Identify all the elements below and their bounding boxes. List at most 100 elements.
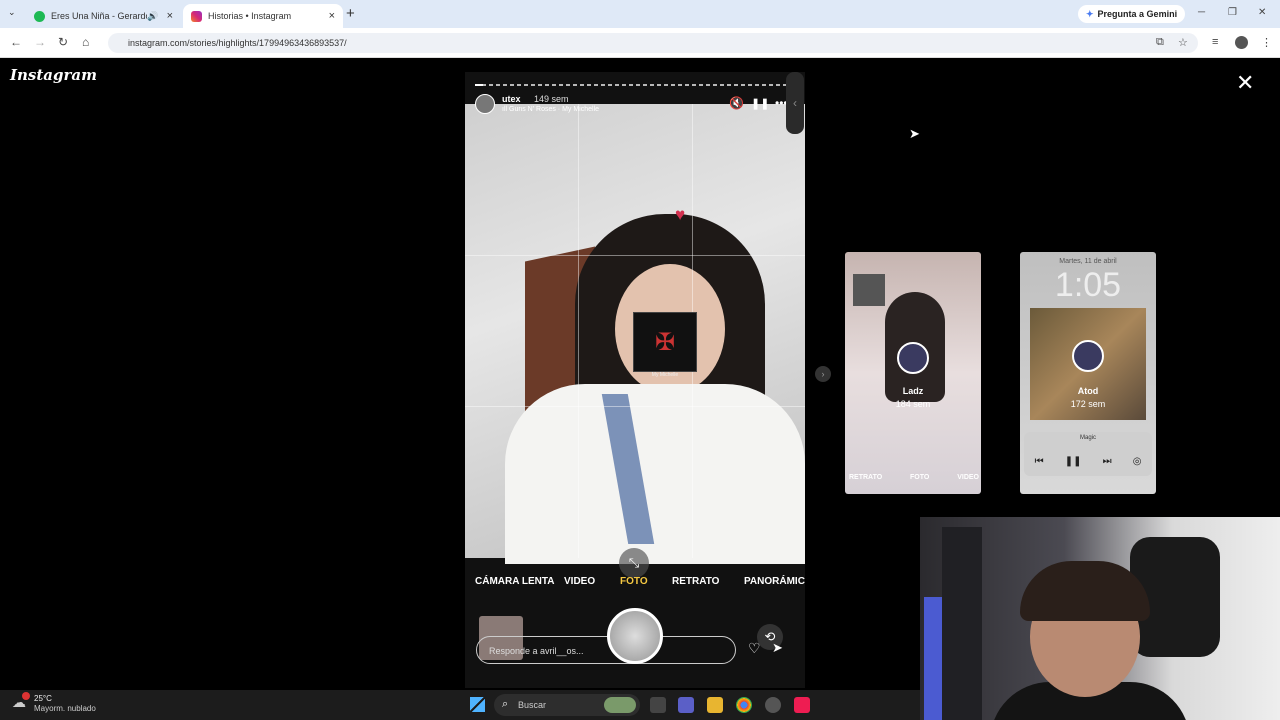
lockscreen-clock: 1:05 xyxy=(1054,266,1122,304)
steam-icon[interactable] xyxy=(765,697,781,713)
weather-description[interactable]: Mayorm. nublado xyxy=(34,704,96,713)
mute-icon[interactable]: 🔇 xyxy=(729,96,744,110)
active-story[interactable]: ♥ ✠ My Michelle ⤡ utex 149 sem ıll Guns … xyxy=(465,72,805,688)
close-tab-icon[interactable]: × xyxy=(167,10,173,22)
story-music[interactable]: ıll Guns N' Roses · My Michelle xyxy=(502,106,599,113)
instagram-favicon-icon xyxy=(191,10,202,22)
side-handle-chevron-icon[interactable]: ‹ xyxy=(786,72,804,134)
new-tab-button[interactable]: + xyxy=(346,5,355,22)
preview-name: Atod xyxy=(1077,386,1099,396)
lockscreen-date: Martes, 11 de abril xyxy=(1059,258,1117,265)
preview-avatar xyxy=(1072,340,1104,372)
story-header: utex 149 sem ıll Guns N' Roses · My Mich… xyxy=(475,92,795,116)
preview-mode: RETRATO xyxy=(849,474,883,481)
music-label: Guns N' Roses · My Michelle xyxy=(509,106,600,113)
close-tab-icon[interactable]: × xyxy=(329,10,335,22)
preview-avatar xyxy=(897,342,929,374)
camera-mode-portrait: RETRATO xyxy=(672,576,720,587)
tab-search-dropdown-icon[interactable]: ⌄ xyxy=(8,7,16,18)
camera-shutter xyxy=(607,608,663,664)
camera-mode-bar: CÁMARA LENTA VIDEO FOTO RETRATO PANORÁMI… xyxy=(465,574,805,590)
tiktok-icon[interactable] xyxy=(794,697,810,713)
music-bars-icon: ıll xyxy=(502,106,509,113)
story-progress-bar xyxy=(475,84,795,86)
camera-mode-slow: CÁMARA LENTA xyxy=(475,576,555,587)
lockscreen-music-player: Magic ⏮ ❚❚ ⏭ ◎ xyxy=(1024,432,1152,476)
preview-time: 184 sem xyxy=(895,399,931,409)
sticker-caption: My Michelle xyxy=(651,372,679,378)
fast-forward-icon: ⏭ xyxy=(1102,456,1112,467)
close-window-icon[interactable]: ✕ xyxy=(1258,7,1266,18)
search-label: Buscar xyxy=(518,700,547,710)
like-heart-icon[interactable]: ♡ xyxy=(748,640,761,657)
file-explorer-icon[interactable] xyxy=(707,697,723,713)
camera-mode-video: VIDEO xyxy=(564,576,596,587)
story-preview-ladz[interactable]: Ladz 184 sem RETRATO FOTO VIDEO xyxy=(845,252,981,494)
album-cover-sticker[interactable]: ✠ xyxy=(633,312,697,372)
mouse-cursor-icon: ➤ xyxy=(909,126,920,141)
background-door xyxy=(942,527,982,720)
camera-grid-line xyxy=(465,255,805,256)
camera-grid-line xyxy=(465,406,805,407)
media-controls-icon[interactable]: ≡ xyxy=(1212,36,1218,48)
install-app-icon[interactable]: ⧉ xyxy=(1156,36,1164,49)
profile-avatar-icon[interactable] xyxy=(1235,36,1248,49)
notification-badge xyxy=(22,692,30,700)
preview-camera-modes: RETRATO FOTO VIDEO xyxy=(849,474,979,481)
player-controls: ⏮ ❚❚ ⏭ ◎ xyxy=(1024,456,1152,467)
chrome-icon[interactable] xyxy=(736,697,752,713)
tab-label: Eres Una Niña - Gerardo O xyxy=(51,11,148,21)
pause-icon[interactable]: ❚❚ xyxy=(751,97,769,110)
preview-time: 172 sem xyxy=(1070,399,1106,409)
taskbar-search[interactable]: ⌕ Buscar xyxy=(494,694,640,716)
close-stories-icon[interactable]: ✕ xyxy=(1236,70,1254,96)
menu-kebab-icon[interactable]: ⋮ xyxy=(1261,36,1272,49)
story-preview-atod[interactable]: Martes, 11 de abril 1:05 Atod 172 sem Ma… xyxy=(1020,252,1156,494)
send-icon[interactable]: ➤ xyxy=(772,640,783,656)
airplay-icon: ◎ xyxy=(1132,456,1142,467)
camera-grid-line xyxy=(578,104,579,558)
bookmark-star-icon[interactable]: ☆ xyxy=(1178,36,1188,49)
rewind-icon: ⏮ xyxy=(1034,456,1044,467)
gemini-label: Pregunta a Gemini xyxy=(1097,9,1178,19)
subject-shirt xyxy=(505,384,805,564)
cross-icon: ✠ xyxy=(654,328,676,356)
windows-taskbar: ☁ 25°C Mayorm. nublado ⌕ Buscar xyxy=(0,690,920,720)
url-field[interactable]: instagram.com/stories/highlights/1799496… xyxy=(108,33,1198,53)
preview-mode: FOTO xyxy=(910,474,930,481)
tab-spotify[interactable]: Eres Una Niña - Gerardo O 🔊 × xyxy=(26,4,181,28)
speaker-icon[interactable]: 🔊 xyxy=(147,11,158,22)
minimize-icon[interactable]: ─ xyxy=(1198,7,1205,18)
forward-arrow-icon[interactable]: → xyxy=(34,35,46,49)
browser-tab-strip: ⌄ Eres Una Niña - Gerardo O 🔊 × Historia… xyxy=(0,0,1280,28)
tab-instagram[interactable]: Historias • Instagram × xyxy=(183,4,343,28)
player-title: Magic xyxy=(1079,435,1096,441)
teams-icon[interactable] xyxy=(678,697,694,713)
heart-sticker-icon: ♥ xyxy=(675,205,686,224)
gemini-button[interactable]: ✦ Pregunta a Gemini xyxy=(1078,5,1186,23)
story-time-ago: 149 sem xyxy=(534,94,569,104)
weather-temperature[interactable]: 25°C xyxy=(34,694,52,703)
address-toolbar: ← → ↻ ⌂ instagram.com/stories/highlights… xyxy=(0,28,1280,58)
back-arrow-icon[interactable]: ← xyxy=(10,35,22,49)
story-progress-current xyxy=(475,84,483,86)
camera-mode-pano: PANORÁMIC xyxy=(744,576,805,587)
story-photo: ♥ ✠ My Michelle ⤡ xyxy=(465,104,805,578)
reply-placeholder: Responde a avril__os... xyxy=(489,646,584,656)
maximize-icon[interactable]: ❐ xyxy=(1228,7,1237,18)
search-highlight-image xyxy=(604,697,636,713)
instagram-logo[interactable]: Instagram xyxy=(10,66,97,84)
story-user-avatar[interactable] xyxy=(475,94,495,114)
home-icon[interactable]: ⌂ xyxy=(82,35,89,49)
gemini-sparkle-icon: ✦ xyxy=(1086,8,1094,19)
reload-icon[interactable]: ↻ xyxy=(58,35,68,49)
story-username[interactable]: utex xyxy=(502,94,521,104)
preview-mode: VIDEO xyxy=(957,474,979,481)
spotify-favicon-icon xyxy=(34,10,45,22)
task-view-icon[interactable] xyxy=(650,697,666,713)
search-icon: ⌕ xyxy=(502,698,509,710)
preview-name: Ladz xyxy=(902,386,924,396)
camera-mode-photo: FOTO xyxy=(620,576,648,587)
next-story-chevron-icon[interactable]: › xyxy=(815,366,831,382)
windows-start-icon[interactable] xyxy=(470,697,485,712)
